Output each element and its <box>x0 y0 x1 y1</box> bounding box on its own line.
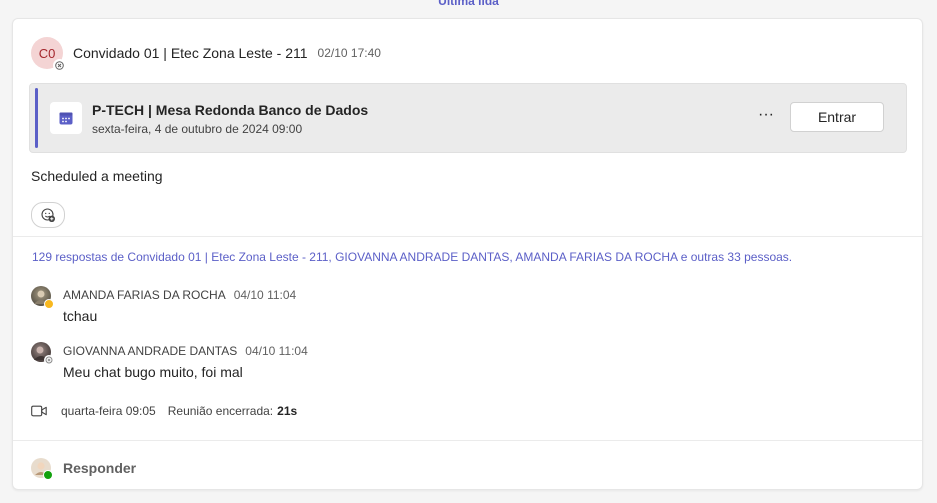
divider <box>13 236 922 237</box>
meeting-card[interactable]: P-TECH | Mesa Redonda Banco de Dados sex… <box>29 83 907 153</box>
post-header: C0 Convidado 01 | Etec Zona Leste - 211 … <box>31 37 381 72</box>
replies-summary-link[interactable]: 129 respostas de Convidado 01 | Etec Zon… <box>32 250 792 264</box>
emoji-add-icon <box>41 208 55 222</box>
available-status-icon <box>43 470 53 480</box>
meeting-accent-bar <box>35 88 38 148</box>
reply-author[interactable]: GIOVANNA ANDRADE DANTAS <box>63 344 237 358</box>
reply-author[interactable]: AMANDA FARIAS DA ROCHA <box>63 288 226 302</box>
divider <box>13 440 922 441</box>
avatar <box>31 458 53 480</box>
offline-status-icon <box>44 355 54 365</box>
post-author[interactable]: Convidado 01 | Etec Zona Leste - 211 <box>73 45 308 61</box>
offline-status-icon <box>53 59 66 72</box>
post-timestamp: 02/10 17:40 <box>317 46 381 60</box>
calendar-icon <box>50 102 82 134</box>
more-options-button[interactable]: ··· <box>754 105 778 129</box>
reply-timestamp: 04/10 11:04 <box>245 344 308 358</box>
meeting-ended-notice: quarta-feira 09:05 Reunião encerrada: 21… <box>31 404 297 418</box>
add-reaction-button[interactable] <box>31 202 65 228</box>
meeting-ended-time: quarta-feira 09:05 <box>61 404 156 418</box>
reply-button[interactable]: Responder <box>31 458 137 480</box>
post-card: C0 Convidado 01 | Etec Zona Leste - 211 … <box>12 18 923 490</box>
reply-message: tchau <box>63 308 98 324</box>
avatar[interactable]: C0 <box>31 37 66 72</box>
reply-timestamp: 04/10 11:04 <box>233 288 297 302</box>
reply-label: Responder <box>63 460 137 476</box>
join-button[interactable]: Entrar <box>790 102 884 132</box>
meeting-date: sexta-feira, 4 de outubro de 2024 09:00 <box>92 122 303 136</box>
last-read-link[interactable]: Última lida <box>0 0 937 8</box>
video-camera-icon <box>31 405 47 417</box>
meeting-title[interactable]: P-TECH | Mesa Redonda Banco de Dados <box>92 102 368 118</box>
avatar-initials: C0 <box>38 45 56 61</box>
away-status-icon <box>44 299 54 309</box>
reply-message: Meu chat bugo muito, foi mal <box>63 364 243 380</box>
post-message: Scheduled a meeting <box>31 168 163 184</box>
meeting-ended-label: Reunião encerrada: <box>167 404 274 418</box>
meeting-duration: 21s <box>277 404 298 418</box>
